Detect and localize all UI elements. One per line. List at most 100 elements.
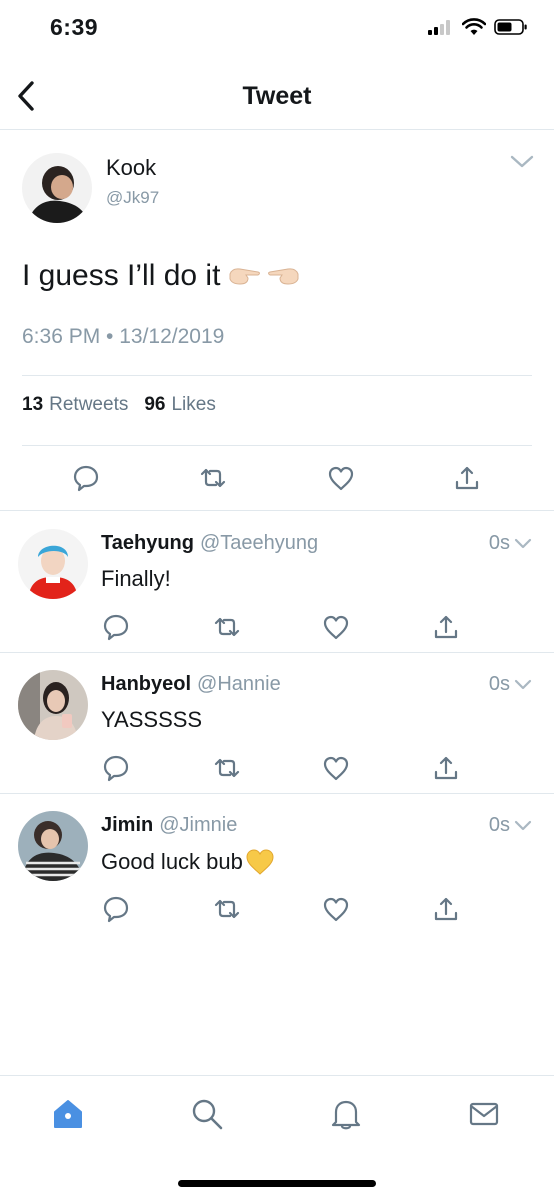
reply-author-handle[interactable]: @Hannie xyxy=(197,673,281,696)
like-button[interactable] xyxy=(324,461,358,495)
reply-text: Good luck bub xyxy=(101,848,275,876)
tab-notifications[interactable] xyxy=(326,1094,366,1134)
avatar-image xyxy=(18,529,88,599)
tab-messages[interactable] xyxy=(464,1094,504,1134)
retweet-icon xyxy=(200,468,226,488)
retweet-button[interactable] xyxy=(196,461,230,495)
likes-count[interactable]: 96 xyxy=(144,394,165,416)
reply-header: Taehyung @Taeehyung xyxy=(101,532,318,555)
reply-meta: 0s xyxy=(489,673,532,696)
battery-icon xyxy=(494,19,527,35)
reply-tweet[interactable]: Jimin @Jimnie 0s Good luck bub xyxy=(0,794,554,935)
share-button[interactable] xyxy=(450,461,484,495)
avatar-image xyxy=(18,811,88,881)
reply-button[interactable] xyxy=(99,610,133,644)
avatar-image xyxy=(22,153,92,223)
reply-header: Jimin @Jimnie xyxy=(101,814,237,837)
reply-author-handle[interactable]: @Jimnie xyxy=(159,814,237,837)
status-bar: 6:39 xyxy=(0,0,554,60)
reply-tweet[interactable]: Hanbyeol @Hannie 0s YASSSSS xyxy=(0,653,554,794)
heart-icon xyxy=(323,615,349,640)
share-icon xyxy=(434,897,458,921)
heart-icon xyxy=(328,466,354,491)
page-title: Tweet xyxy=(242,82,312,110)
home-icon xyxy=(54,1100,82,1128)
reply-actions xyxy=(0,611,554,643)
reply-header: Hanbyeol @Hannie xyxy=(101,673,281,696)
main-tweet: Kook @Jk97 I guess I’ll do it 6:36 PM • … xyxy=(0,131,554,511)
reply-actions xyxy=(0,893,554,925)
retweet-button[interactable] xyxy=(210,892,244,926)
messages-icon xyxy=(469,1102,499,1126)
tweet-text: I guess I’ll do it xyxy=(22,259,300,293)
reply-icon xyxy=(103,755,129,782)
reply-author-handle[interactable]: @Taeehyung xyxy=(200,532,318,555)
pointing-right-icon xyxy=(229,268,261,285)
retweet-button[interactable] xyxy=(210,610,244,644)
reply-text-body: Finally! xyxy=(101,566,171,591)
reply-text: YASSSSS xyxy=(101,707,202,733)
share-button[interactable] xyxy=(429,751,463,785)
avatar[interactable] xyxy=(18,529,88,599)
retweets-count[interactable]: 13 xyxy=(22,394,43,416)
reply-button[interactable] xyxy=(69,461,103,495)
avatar-image xyxy=(18,670,88,740)
reply-tweet[interactable]: Taehyung @Taeehyung 0s Finally! xyxy=(0,512,554,653)
like-button[interactable] xyxy=(319,610,353,644)
reply-author-name[interactable]: Hanbyeol xyxy=(101,673,191,696)
reply-button[interactable] xyxy=(99,751,133,785)
reply-author-name[interactable]: Jimin xyxy=(101,814,153,837)
retweet-icon xyxy=(214,899,240,919)
chevron-down-icon xyxy=(510,155,534,168)
reply-button[interactable] xyxy=(99,892,133,926)
header: Tweet xyxy=(0,60,554,130)
reply-icon xyxy=(103,614,129,641)
tweet-actions xyxy=(0,461,554,501)
tweet-timestamp: 6:36 PM • 13/12/2019 xyxy=(22,325,225,348)
status-icons xyxy=(428,18,528,36)
status-time: 6:39 xyxy=(50,14,99,40)
author-name[interactable]: Kook xyxy=(106,155,156,181)
cellular-signal-icon xyxy=(428,20,450,35)
reply-icon xyxy=(103,896,129,923)
avatar[interactable] xyxy=(18,670,88,740)
share-button[interactable] xyxy=(429,892,463,926)
avatar[interactable] xyxy=(22,153,92,223)
share-icon xyxy=(434,756,458,780)
share-button[interactable] xyxy=(429,610,463,644)
reply-text-body: YASSSSS xyxy=(101,707,203,732)
reply-meta: 0s xyxy=(489,814,532,837)
home-indicator xyxy=(178,1180,376,1187)
tweet-stats: 13 Retweets 96 Likes xyxy=(22,394,226,416)
divider xyxy=(22,445,532,446)
reply-icon xyxy=(73,465,99,492)
retweet-button[interactable] xyxy=(210,751,244,785)
like-button[interactable] xyxy=(319,892,353,926)
avatar[interactable] xyxy=(18,811,88,881)
tab-search[interactable] xyxy=(187,1094,227,1134)
likes-label[interactable]: Likes xyxy=(171,394,215,416)
heart-icon xyxy=(323,897,349,922)
chevron-down-icon[interactable] xyxy=(514,679,532,691)
chevron-down-icon[interactable] xyxy=(514,820,532,832)
divider xyxy=(22,375,532,376)
tab-home[interactable] xyxy=(48,1094,88,1134)
tweet-options-button[interactable] xyxy=(510,155,534,174)
retweets-label[interactable]: Retweets xyxy=(49,394,128,416)
reply-time: 0s xyxy=(488,673,510,695)
like-button[interactable] xyxy=(319,751,353,785)
pointing-left-icon xyxy=(268,268,299,285)
yellow-heart-emoji xyxy=(246,849,274,875)
reply-text: Finally! xyxy=(101,566,171,592)
author-handle[interactable]: @Jk97 xyxy=(106,188,159,208)
retweet-icon xyxy=(214,617,240,637)
chevron-down-icon[interactable] xyxy=(514,538,532,550)
reply-actions xyxy=(0,752,554,784)
search-icon xyxy=(192,1099,223,1130)
reply-author-name[interactable]: Taehyung xyxy=(101,532,194,555)
share-icon xyxy=(434,615,458,639)
reply-time: 0s xyxy=(488,814,510,836)
tweet-text-body: I guess I’ll do it xyxy=(22,259,221,292)
share-icon xyxy=(455,466,479,490)
reply-meta: 0s xyxy=(489,532,532,555)
